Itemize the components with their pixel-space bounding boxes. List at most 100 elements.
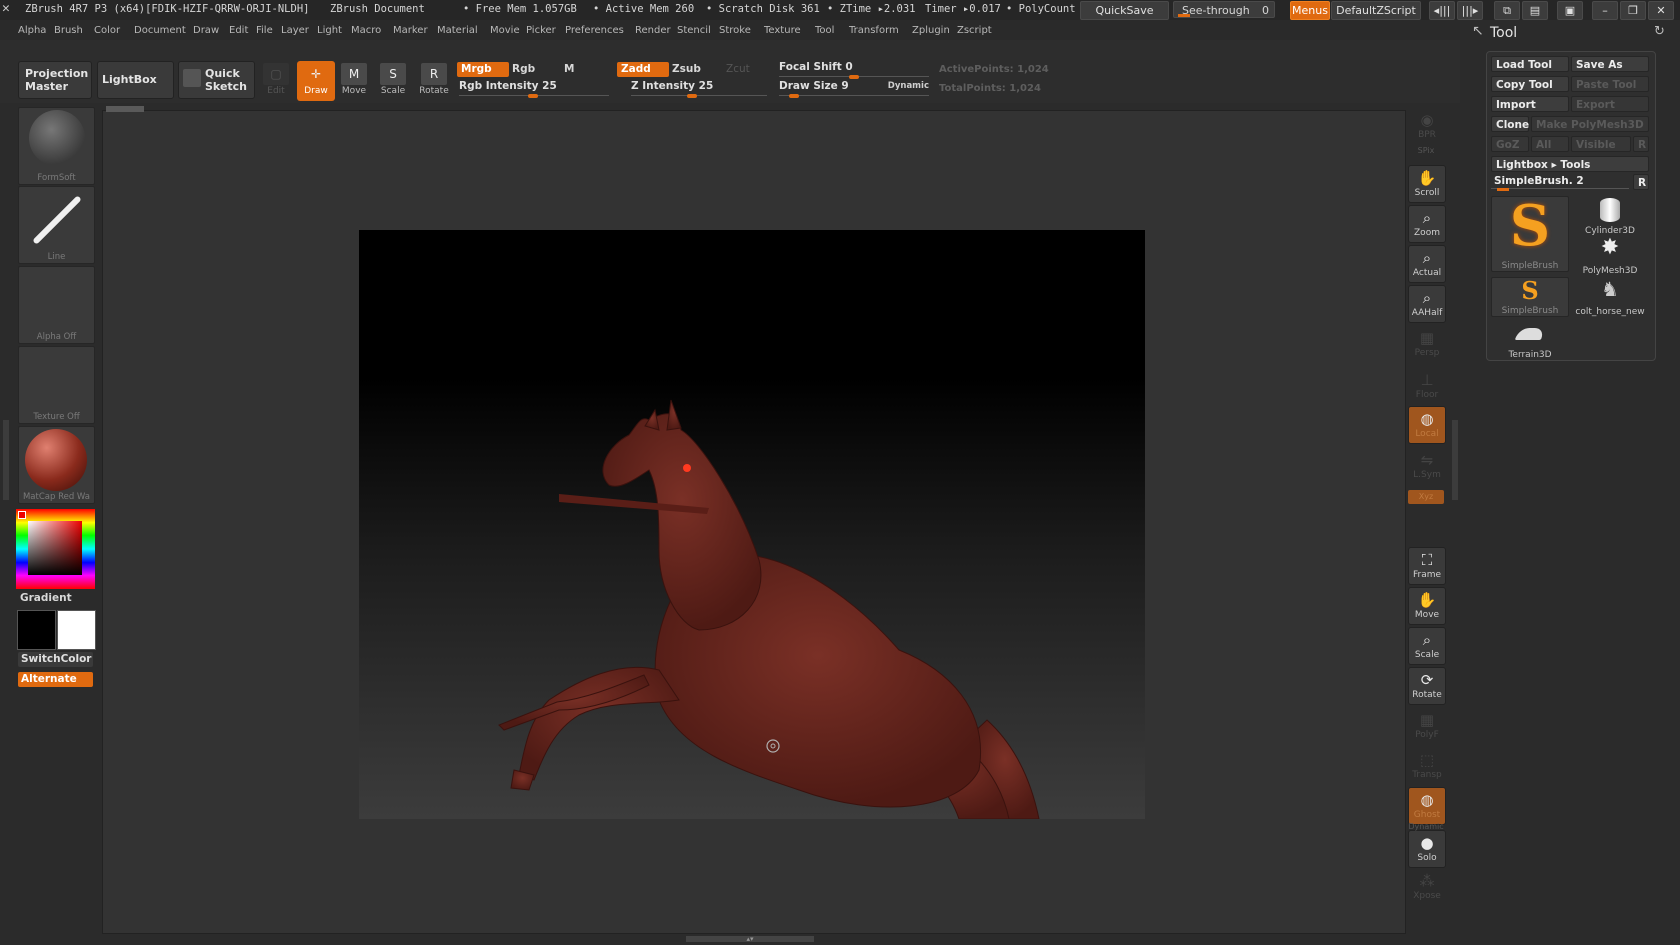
menu-item-stencil[interactable]: Stencil (677, 25, 711, 36)
tool-palette-header[interactable]: ↖ Tool ↻ (1466, 22, 1680, 46)
menus-toggle-button[interactable]: Menus (1290, 1, 1330, 20)
restore-icon[interactable]: ❐ (1620, 1, 1646, 20)
material-slot[interactable]: MatCap Red Wa (18, 426, 95, 504)
floor-button[interactable]: ⊥ Floor (1408, 367, 1446, 405)
switch-color-button[interactable]: SwitchColor (18, 652, 93, 667)
menu-item-macro[interactable]: Macro (351, 25, 381, 36)
move-button[interactable]: ✋ Move (1408, 587, 1446, 625)
zsub-toggle[interactable]: Zsub (668, 62, 720, 77)
default-zscript-button[interactable]: DefaultZScript (1331, 1, 1421, 20)
canvas-bottom-handle[interactable]: ▴▾ (686, 936, 814, 943)
tool-thumb-3[interactable]: S SimpleBrush (1491, 277, 1569, 317)
menu-item-movie[interactable]: Movie (490, 25, 520, 36)
alpha-slot[interactable]: Alpha Off (18, 266, 95, 344)
tool-refresh-icon[interactable]: ↻ (1654, 24, 1665, 39)
save-as-button[interactable]: Save As (1571, 56, 1649, 72)
tool-thumb-2[interactable]: ✸ PolyMesh3D (1571, 236, 1649, 277)
tool-thumb-4[interactable]: ♞ colt_horse_new (1571, 277, 1649, 317)
current-tool-slider[interactable]: SimpleBrush. 2 (1491, 175, 1629, 189)
menu-item-transform[interactable]: Transform (849, 25, 899, 36)
r-button[interactable]: R (1633, 136, 1649, 152)
actual-button[interactable]: ⌕ Actual (1408, 245, 1446, 283)
m-toggle[interactable]: M (560, 62, 604, 77)
secondary-color-swatch[interactable] (57, 610, 96, 650)
layout-icon[interactable]: ⧉ (1494, 1, 1520, 20)
menu-item-layer[interactable]: Layer (281, 25, 309, 36)
aahalf-button[interactable]: ⌕ AAHalf (1408, 285, 1446, 323)
r2-button[interactable]: R (1633, 174, 1649, 190)
texture-slot[interactable]: Texture Off (18, 346, 95, 424)
export-button[interactable]: Export (1571, 96, 1649, 112)
menu-item-edit[interactable]: Edit (229, 25, 248, 36)
polyf-button[interactable]: ▦ PolyF (1408, 707, 1446, 745)
edit-button[interactable]: ▢ Edit (257, 61, 295, 101)
next-arrows-icon[interactable]: |||▸ (1457, 1, 1483, 20)
dynamic-toggle[interactable]: Dynamic (888, 80, 929, 93)
lightbox-button[interactable]: LightBox (97, 61, 174, 99)
left-collapse-grip[interactable] (3, 420, 9, 500)
load-tool-button[interactable]: Load Tool (1491, 56, 1569, 72)
ghost-button[interactable]: ◍ Ghost (1408, 787, 1446, 825)
color-picker[interactable] (16, 509, 95, 589)
xyz-label[interactable]: Xyz (1408, 490, 1444, 504)
draw-size-slider[interactable]: Draw Size 9 Dynamic (779, 80, 929, 98)
prev-arrows-icon[interactable]: ◂||| (1429, 1, 1455, 20)
scroll-button[interactable]: ✋ Scroll (1408, 165, 1446, 203)
scale-button[interactable]: S Scale (374, 61, 412, 101)
lock-icon[interactable]: ▣ (1557, 1, 1583, 20)
quicksave-button[interactable]: QuickSave (1080, 1, 1169, 20)
menu-item-preferences[interactable]: Preferences (565, 25, 624, 36)
menu-item-zplugin[interactable]: Zplugin (912, 25, 950, 36)
layout2-icon[interactable]: ▤ (1522, 1, 1548, 20)
right-collapse-grip[interactable] (1452, 420, 1458, 500)
rotate-button[interactable]: R Rotate (415, 61, 453, 101)
menu-item-draw[interactable]: Draw (193, 25, 219, 36)
copy-tool-button[interactable]: Copy Tool (1491, 76, 1569, 92)
focal-shift-slider[interactable]: Focal Shift 0 (779, 61, 929, 79)
persp-button[interactable]: ▦ Persp (1408, 325, 1446, 363)
lsym-button[interactable]: ⇋ L.Sym (1408, 447, 1446, 485)
rgb-toggle[interactable]: Rgb (508, 62, 560, 77)
menu-item-tool[interactable]: Tool (815, 25, 834, 36)
menu-item-picker[interactable]: Picker (526, 25, 556, 36)
bpr-button[interactable]: ◉ BPR (1408, 107, 1446, 145)
menu-item-zscript[interactable]: Zscript (957, 25, 992, 36)
menu-item-texture[interactable]: Texture (764, 25, 801, 36)
transp-button[interactable]: ⬚ Transp (1408, 747, 1446, 785)
primary-color-swatch[interactable] (17, 610, 56, 650)
frame-button[interactable]: ⛶ Frame (1408, 547, 1446, 585)
draw-button[interactable]: ✛ Draw (297, 61, 335, 101)
local-button[interactable]: ◍ Local (1408, 406, 1446, 444)
stroke-slot[interactable]: Line (18, 186, 95, 264)
zadd-toggle[interactable]: Zadd (617, 62, 669, 77)
z-intensity-slider[interactable]: Z Intensity 25 (631, 80, 767, 98)
move-button[interactable]: M Move (335, 61, 373, 101)
goz-button[interactable]: GoZ (1491, 136, 1529, 152)
import-button[interactable]: Import (1491, 96, 1569, 112)
color-saturation-box[interactable] (28, 521, 82, 575)
solo-button[interactable]: ● Solo (1408, 830, 1446, 868)
gradient-label[interactable]: Gradient (20, 592, 72, 604)
menu-item-alpha[interactable]: Alpha (18, 25, 46, 36)
alternate-button[interactable]: Alternate (18, 672, 93, 687)
tool-back-icon[interactable]: ↖ (1472, 23, 1484, 39)
menu-item-brush[interactable]: Brush (54, 25, 83, 36)
make-polymesh-button[interactable]: Make PolyMesh3D (1531, 116, 1649, 132)
menu-item-file[interactable]: File (256, 25, 273, 36)
projection-master-button[interactable]: Projection Master (18, 61, 92, 99)
paste-tool-button[interactable]: Paste Tool (1571, 76, 1649, 92)
clone-button[interactable]: Clone (1491, 116, 1529, 132)
mrgb-toggle[interactable]: Mrgb (457, 62, 509, 77)
tool-thumb-1[interactable]: Cylinder3D (1571, 196, 1649, 236)
document-viewport[interactable] (359, 230, 1145, 819)
minimize-icon[interactable]: – (1592, 1, 1618, 20)
menu-item-color[interactable]: Color (94, 25, 120, 36)
zcut-toggle[interactable]: Zcut (722, 62, 766, 77)
tool-thumb-5[interactable]: Terrain3D (1491, 320, 1569, 360)
zoom-button[interactable]: ⌕ Zoom (1408, 205, 1446, 243)
see-through-slider[interactable]: See-through 0 (1173, 1, 1275, 18)
xpose-button[interactable]: ⁂ Xpose (1408, 868, 1446, 906)
quick-sketch-button[interactable]: Quick Sketch (178, 61, 255, 99)
horse-model[interactable] (359, 230, 1145, 819)
menu-item-material[interactable]: Material (437, 25, 478, 36)
